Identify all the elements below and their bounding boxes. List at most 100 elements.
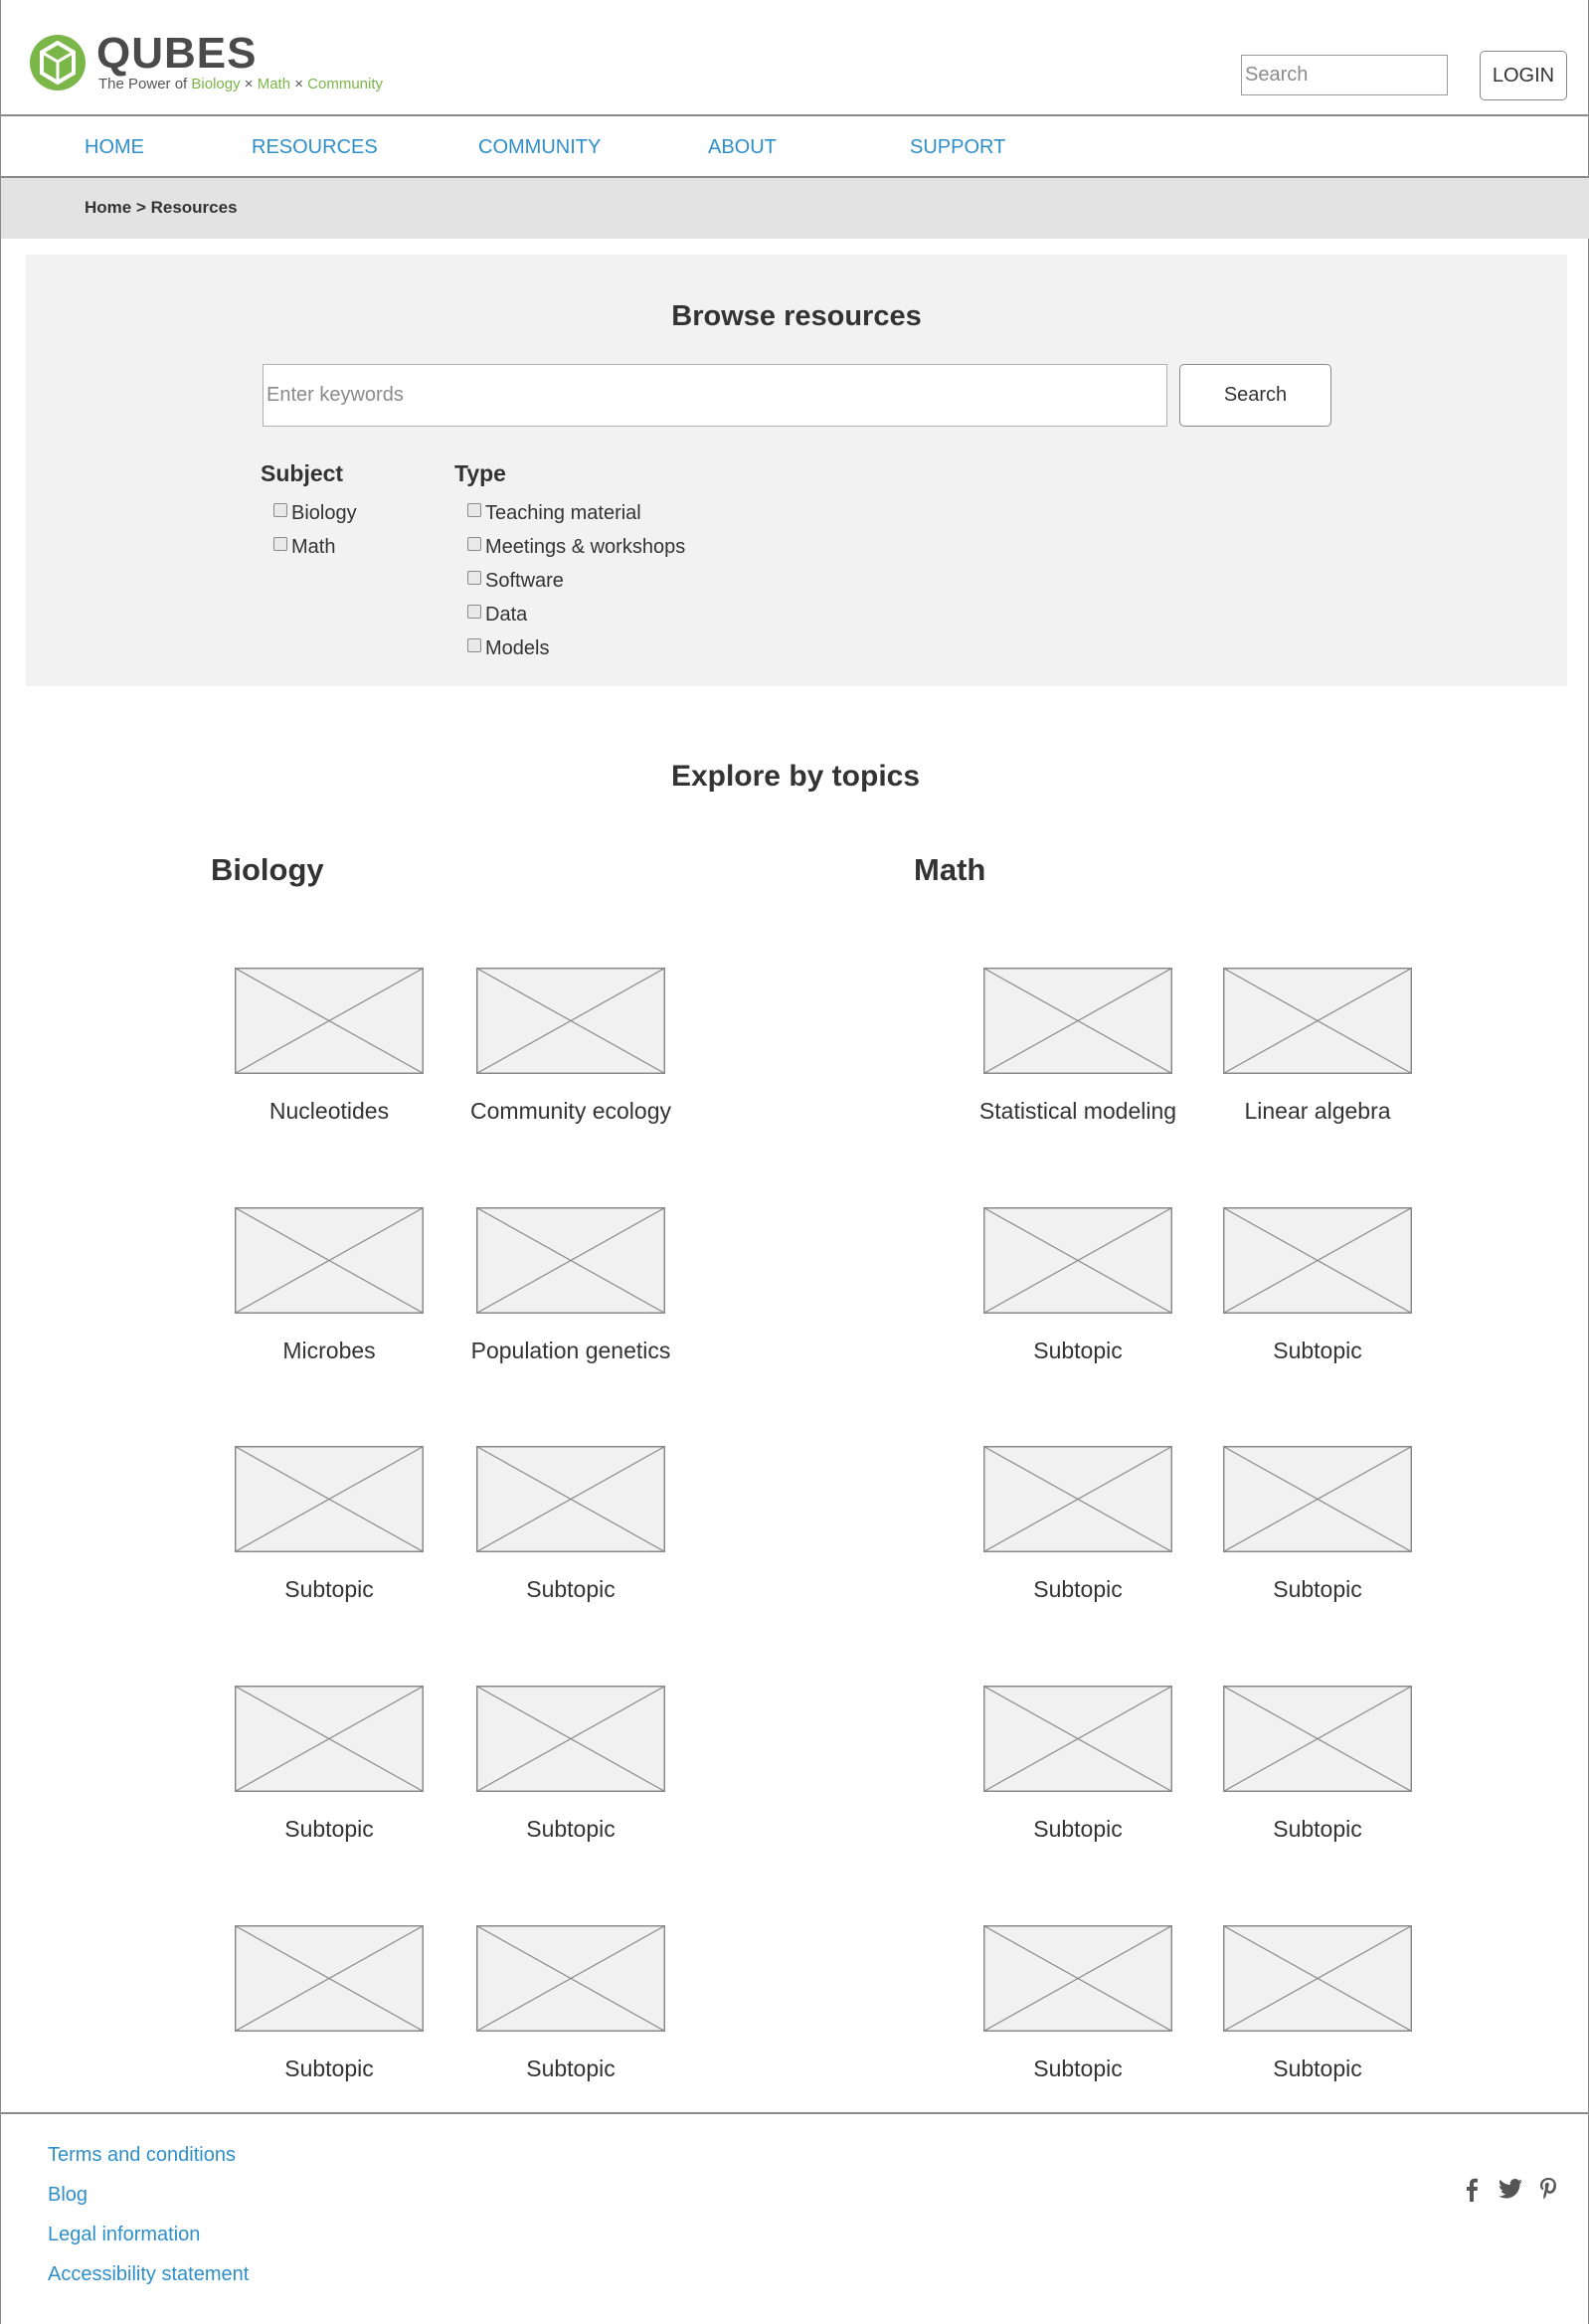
checkbox[interactable] bbox=[467, 638, 481, 652]
keywords-input[interactable] bbox=[263, 364, 1167, 427]
topics-title: Explore by topics bbox=[670, 760, 921, 793]
topic-label: Subtopic bbox=[526, 1816, 616, 1842]
image-placeholder-icon bbox=[235, 1207, 424, 1314]
subject-heading: Subject bbox=[261, 460, 344, 486]
image-placeholder-icon bbox=[1223, 1446, 1412, 1552]
page: QUBES The Power of Biology × Math × Comm… bbox=[0, 0, 1589, 2324]
type-option-software[interactable]: Software bbox=[467, 564, 685, 598]
topic-label: Subtopic bbox=[1033, 2056, 1123, 2081]
subject-option-biology[interactable]: Biology bbox=[273, 496, 357, 530]
option-label: Meetings & workshops bbox=[485, 535, 686, 558]
subject-filter-list: Biology Math bbox=[273, 496, 357, 564]
browse-search-button[interactable]: Search bbox=[1179, 364, 1331, 427]
checkbox[interactable] bbox=[467, 537, 481, 551]
checkbox[interactable] bbox=[273, 503, 287, 517]
image-placeholder-icon bbox=[983, 1925, 1172, 2032]
option-label: Math bbox=[291, 535, 336, 558]
topic-label: Subtopic bbox=[1273, 1816, 1362, 1842]
topic-label: Subtopic bbox=[1273, 1576, 1362, 1602]
topic-label: Linear algebra bbox=[1244, 1098, 1391, 1124]
image-placeholder-icon bbox=[476, 968, 665, 1074]
tagline-separator: × bbox=[290, 76, 308, 92]
topic-label: Population genetics bbox=[470, 1338, 671, 1363]
image-placeholder-icon bbox=[235, 1446, 424, 1552]
login-button[interactable]: LOGIN bbox=[1480, 51, 1567, 100]
tagline-biology: Biology bbox=[191, 76, 241, 92]
image-placeholder-icon bbox=[983, 1686, 1172, 1792]
topic-label: Statistical modeling bbox=[978, 1098, 1177, 1124]
topic-label: Subtopic bbox=[1273, 2056, 1362, 2081]
option-label: Biology bbox=[291, 501, 357, 524]
nav-support[interactable]: SUPPORT bbox=[910, 136, 1005, 159]
logo[interactable]: QUBES The Power of Biology × Math × Comm… bbox=[29, 29, 407, 97]
image-placeholder-icon bbox=[235, 1686, 424, 1792]
type-heading: Type bbox=[454, 460, 506, 486]
nav-home[interactable]: HOME bbox=[85, 136, 144, 159]
topic-label: Subtopic bbox=[1033, 1338, 1123, 1363]
option-label: Teaching material bbox=[485, 501, 641, 524]
topic-label: Community ecology bbox=[470, 1098, 671, 1124]
type-filter-list: Teaching material Meetings & workshops S… bbox=[467, 496, 685, 665]
image-placeholder-icon bbox=[476, 1925, 665, 2032]
site-search-input[interactable] bbox=[1241, 55, 1448, 95]
site-header: QUBES The Power of Biology × Math × Comm… bbox=[1, 0, 1589, 116]
footer-divider bbox=[1, 2112, 1589, 2114]
main-nav: HOME RESOURCES COMMUNITY ABOUT SUPPORT bbox=[1, 116, 1589, 178]
image-placeholder-icon bbox=[235, 968, 424, 1074]
footer-link-accessibility[interactable]: Accessibility statement bbox=[48, 2263, 249, 2285]
footer-link-terms[interactable]: Terms and conditions bbox=[48, 2144, 236, 2166]
image-placeholder-icon bbox=[1223, 1207, 1412, 1314]
checkbox[interactable] bbox=[467, 605, 481, 619]
footer-link-blog[interactable]: Blog bbox=[48, 2184, 88, 2206]
qubes-logo-icon bbox=[30, 35, 86, 90]
checkbox[interactable] bbox=[467, 503, 481, 517]
topic-label: Subtopic bbox=[1033, 1816, 1123, 1842]
facebook-icon[interactable] bbox=[1465, 2178, 1479, 2202]
topic-label: Subtopic bbox=[526, 2056, 616, 2081]
tagline-community: Community bbox=[307, 76, 384, 92]
twitter-icon[interactable] bbox=[1499, 2178, 1522, 2200]
topic-label: Subtopic bbox=[1033, 1576, 1123, 1602]
image-placeholder-icon bbox=[476, 1207, 665, 1314]
footer-link-legal[interactable]: Legal information bbox=[48, 2224, 200, 2245]
option-label: Software bbox=[485, 569, 564, 592]
logo-name: QUBES bbox=[96, 29, 258, 78]
type-option-teaching-material[interactable]: Teaching material bbox=[467, 496, 685, 530]
image-placeholder-icon bbox=[1223, 1925, 1412, 2032]
image-placeholder-icon bbox=[983, 1446, 1172, 1552]
biology-heading: Biology bbox=[211, 852, 324, 887]
topic-label: Subtopic bbox=[284, 2056, 374, 2081]
browse-panel: Browse resources Search Subject Biology … bbox=[26, 255, 1567, 686]
checkbox[interactable] bbox=[467, 571, 481, 585]
nav-about[interactable]: ABOUT bbox=[708, 136, 777, 159]
type-option-data[interactable]: Data bbox=[467, 598, 685, 631]
nav-resources[interactable]: RESOURCES bbox=[252, 136, 378, 159]
footer-link-item: Blog bbox=[48, 2184, 249, 2224]
image-placeholder-icon bbox=[983, 968, 1172, 1074]
topic-label: Nucleotides bbox=[268, 1098, 390, 1124]
math-heading: Math bbox=[914, 852, 986, 887]
image-placeholder-icon bbox=[1223, 968, 1412, 1074]
image-placeholder-icon bbox=[983, 1207, 1172, 1314]
breadcrumb[interactable]: Home > Resources bbox=[85, 198, 238, 218]
option-label: Models bbox=[485, 636, 550, 659]
type-option-models[interactable]: Models bbox=[467, 631, 685, 665]
type-option-meetings[interactable]: Meetings & workshops bbox=[467, 530, 685, 564]
checkbox[interactable] bbox=[273, 537, 287, 551]
logo-tagline: The Power of Biology × Math × Community bbox=[98, 76, 383, 92]
option-label: Data bbox=[485, 603, 528, 626]
pinterest-icon[interactable] bbox=[1539, 2178, 1557, 2200]
footer-link-item: Accessibility statement bbox=[48, 2263, 249, 2303]
image-placeholder-icon bbox=[1223, 1686, 1412, 1792]
browse-title: Browse resources bbox=[671, 300, 922, 332]
subject-option-math[interactable]: Math bbox=[273, 530, 357, 564]
footer-links: Terms and conditions Blog Legal informat… bbox=[48, 2144, 249, 2303]
topic-label: Subtopic bbox=[526, 1576, 616, 1602]
topic-label: Subtopic bbox=[284, 1816, 374, 1842]
footer-link-item: Legal information bbox=[48, 2224, 249, 2263]
topic-label: Microbes bbox=[282, 1338, 376, 1363]
topic-label: Subtopic bbox=[284, 1576, 374, 1602]
nav-community[interactable]: COMMUNITY bbox=[478, 136, 601, 159]
tagline-prefix: The Power of bbox=[98, 76, 192, 92]
footer-link-item: Terms and conditions bbox=[48, 2144, 249, 2184]
